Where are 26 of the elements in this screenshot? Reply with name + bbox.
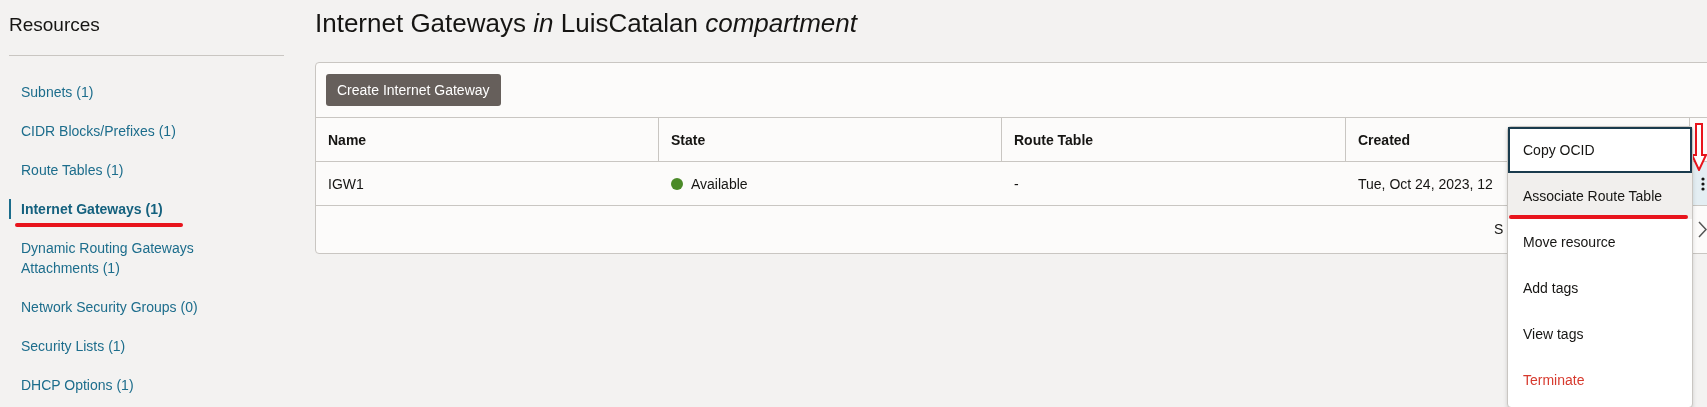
- menu-item[interactable]: Terminate: [1508, 357, 1692, 403]
- sidebar-link[interactable]: Dynamic Routing Gateways Attachments (1): [9, 238, 251, 278]
- page-title: Internet Gateways in LuisCatalan compartment: [315, 8, 859, 39]
- sidebar-title: Resources: [9, 14, 284, 56]
- sidebar-link[interactable]: CIDR Blocks/Prefixes (1): [9, 121, 251, 141]
- status-text: Available: [691, 175, 748, 192]
- sidebar-link[interactable]: Subnets (1): [9, 82, 251, 102]
- menu-item[interactable]: Associate Route Table: [1508, 173, 1692, 219]
- menu-item[interactable]: Add tags: [1508, 265, 1692, 311]
- sidebar-link[interactable]: Internet Gateways (1): [9, 199, 251, 219]
- table-cell: IGW1: [316, 162, 659, 206]
- sidebar-link[interactable]: Route Tables (1): [9, 160, 251, 180]
- table-cell: -: [1002, 162, 1346, 206]
- column-header: Name: [316, 118, 659, 162]
- menu-item[interactable]: Move resource: [1508, 219, 1692, 265]
- chevron-right-icon[interactable]: [1698, 221, 1707, 238]
- column-header: Route Table: [1002, 118, 1346, 162]
- footer-text: S: [1494, 221, 1504, 237]
- sidebar-link[interactable]: Security Lists (1): [9, 336, 251, 356]
- menu-item[interactable]: View tags: [1508, 311, 1692, 357]
- column-header: State: [659, 118, 1002, 162]
- sidebar-link[interactable]: Network Security Groups (0): [9, 297, 251, 317]
- kebab-menu-icon[interactable]: [1701, 176, 1705, 191]
- menu-item[interactable]: Copy OCID: [1508, 127, 1692, 173]
- create-button[interactable]: Create Internet Gateway: [326, 74, 501, 106]
- sidebar-link[interactable]: DHCP Options (1): [9, 375, 251, 395]
